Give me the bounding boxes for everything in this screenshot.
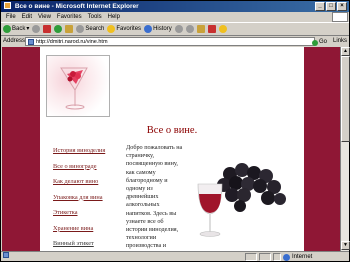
- stop-icon: [43, 25, 52, 33]
- page-status-icon: [3, 252, 9, 258]
- window-title: Все о вине - Microsoft Internet Explorer: [14, 3, 139, 10]
- address-url: http://dmitri.narod.ru/vine.htm: [36, 39, 108, 45]
- menu-help[interactable]: Help: [105, 12, 123, 22]
- window-controls: _ □ ×: [315, 2, 347, 11]
- page-content: Все о вине. История виноделия Все о вино…: [40, 47, 304, 251]
- grapes-drawing: [197, 163, 286, 237]
- nav-link-grapes[interactable]: Все о винограде: [53, 162, 133, 178]
- back-button[interactable]: Back ▾: [3, 23, 29, 35]
- page-heading: Все о вине.: [146, 125, 198, 136]
- home-button[interactable]: [65, 25, 74, 33]
- search-label: Search: [85, 26, 105, 32]
- scroll-up-button[interactable]: ▲: [341, 47, 350, 56]
- stop-button[interactable]: [43, 25, 52, 33]
- history-label: History: [153, 26, 172, 32]
- wine-glass-drawing: [60, 67, 88, 110]
- scroll-down-button[interactable]: ▼: [341, 241, 350, 250]
- status-cell: [259, 253, 271, 261]
- favorites-icon: [107, 25, 116, 33]
- forward-arrow-icon: [32, 25, 41, 33]
- favorites-label: Favorites: [116, 26, 142, 32]
- article: Добро пожаловать на страничку, посвященн…: [126, 144, 298, 251]
- nav-link-storage[interactable]: Хранение вина: [53, 224, 133, 240]
- search-icon: [76, 25, 85, 33]
- history-icon: [144, 25, 153, 33]
- zone-label: Internet: [292, 254, 313, 260]
- print-icon: [185, 25, 194, 33]
- nav-link-etiquette[interactable]: Винный этикет: [53, 239, 133, 251]
- standard-toolbar: Back ▾ Search Favorites History: [1, 22, 349, 36]
- globe-icon: [283, 253, 290, 261]
- menu-file[interactable]: File: [3, 12, 19, 22]
- nav-link-label[interactable]: Этикетка: [53, 208, 133, 224]
- menu-favorites[interactable]: Favorites: [54, 12, 85, 22]
- forward-button[interactable]: [32, 25, 41, 33]
- messenger-button[interactable]: [218, 25, 227, 33]
- nav-link-packaging[interactable]: Упаковка для вина: [53, 193, 133, 209]
- messenger-icon: [218, 25, 227, 33]
- ie-throbber-icon: [332, 12, 348, 22]
- discuss-icon: [207, 25, 216, 33]
- edit-icon: [196, 25, 205, 33]
- refresh-button[interactable]: [54, 25, 63, 33]
- close-button[interactable]: ×: [337, 2, 347, 11]
- discuss-button[interactable]: [207, 25, 216, 33]
- browser-window: Все о вине - Microsoft Internet Explorer…: [0, 0, 350, 262]
- grapes-and-wine-image: [188, 154, 298, 242]
- go-arrow-icon: [311, 39, 318, 46]
- vertical-scrollbar[interactable]: ▲ ▼: [340, 47, 350, 251]
- address-input[interactable]: http://dmitri.narod.ru/vine.htm: [25, 37, 315, 46]
- site-nav: История виноделия Все о винограде Как де…: [53, 146, 133, 251]
- minimize-button[interactable]: _: [315, 2, 325, 11]
- content-viewport: Все о вине. История виноделия Все о вино…: [2, 47, 340, 251]
- mail-button[interactable]: [174, 25, 183, 33]
- mail-icon: [174, 25, 183, 33]
- menu-tools[interactable]: Tools: [85, 12, 105, 22]
- ie-logo-icon: [4, 1, 11, 9]
- menu-view[interactable]: View: [35, 12, 54, 22]
- print-button[interactable]: [185, 25, 194, 33]
- history-button[interactable]: History: [144, 23, 172, 35]
- edit-button[interactable]: [196, 25, 205, 33]
- links-button[interactable]: Links: [333, 36, 347, 47]
- nav-link-history[interactable]: История виноделия: [53, 146, 133, 162]
- favorites-button[interactable]: Favorites: [107, 23, 141, 35]
- status-text-area: [3, 252, 11, 258]
- status-cell: [273, 253, 281, 261]
- status-bar: Internet: [1, 251, 349, 262]
- wine-glass-image: [46, 55, 110, 117]
- back-label: Back: [12, 26, 26, 32]
- back-arrow-icon: [3, 25, 11, 33]
- maximize-button[interactable]: □: [326, 2, 336, 11]
- page-icon: [28, 39, 34, 45]
- menu-bar: File Edit View Favorites Tools Help: [1, 12, 349, 22]
- chevron-down-icon[interactable]: ▾: [26, 23, 29, 35]
- address-label: Address: [3, 38, 26, 44]
- nav-link-winemaking[interactable]: Как делают вино: [53, 177, 133, 193]
- address-bar: Address http://dmitri.narod.ru/vine.htm …: [1, 36, 349, 47]
- refresh-icon: [54, 25, 63, 33]
- title-bar: Все о вине - Microsoft Internet Explorer…: [1, 1, 349, 12]
- status-cell: [245, 253, 257, 261]
- home-icon: [65, 25, 74, 33]
- scroll-thumb[interactable]: [341, 56, 350, 142]
- menu-edit[interactable]: Edit: [19, 12, 35, 22]
- search-button[interactable]: Search: [76, 23, 104, 35]
- security-zone: Internet: [283, 252, 312, 262]
